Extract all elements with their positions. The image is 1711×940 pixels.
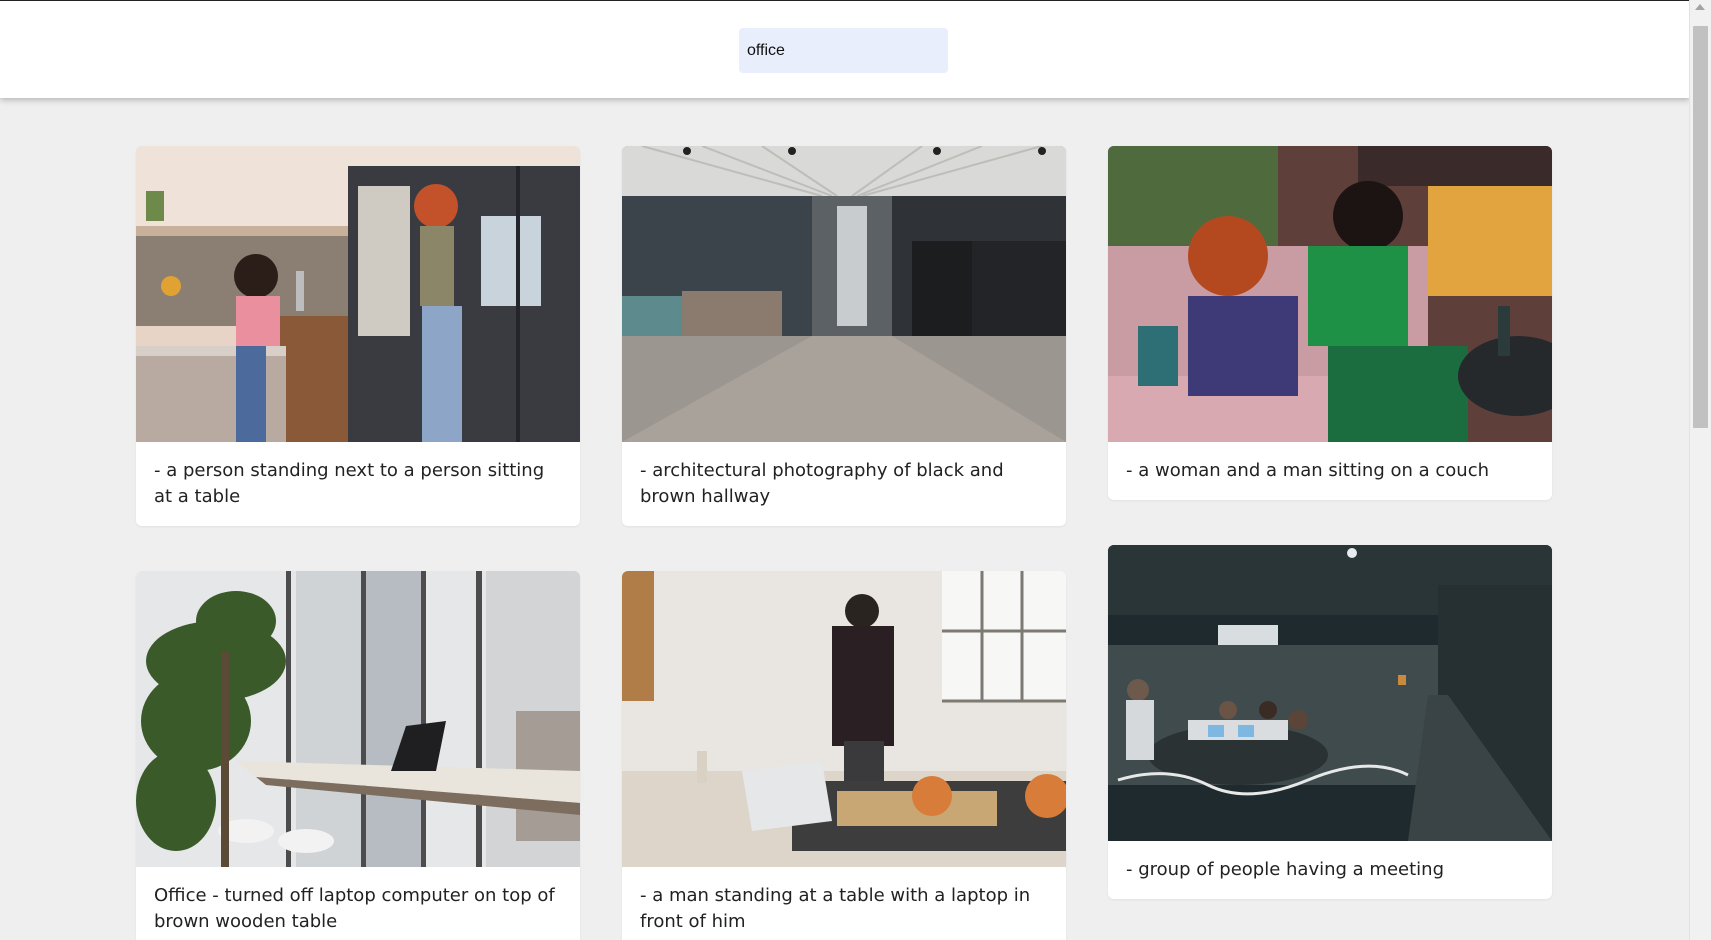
photo-caption: - a person standing next to a person sit…	[154, 460, 545, 507]
photo-caption: - a woman and a man sitting on a couch	[1126, 460, 1489, 481]
photo-image[interactable]	[1108, 545, 1552, 841]
vertical-scrollbar[interactable]	[1689, 0, 1711, 940]
photo-image[interactable]	[136, 146, 580, 442]
photo-caption: - group of people having a meeting	[1126, 859, 1444, 880]
header-bar	[0, 0, 1690, 98]
photo-caption: - architectural photography of black and…	[640, 460, 1004, 507]
photo-image[interactable]	[622, 571, 1066, 867]
photo-image[interactable]	[1108, 146, 1552, 442]
scroll-up-arrow-icon[interactable]	[1695, 4, 1705, 10]
photo-card[interactable]: - a woman and a man sitting on a couch	[1108, 146, 1552, 500]
photo-card[interactable]: - architectural photography of black and…	[622, 146, 1066, 526]
scrollbar-thumb[interactable]	[1693, 26, 1708, 428]
photo-caption: Office - turned off laptop computer on t…	[154, 885, 555, 932]
search-input[interactable]	[739, 28, 948, 73]
photo-caption: - a man standing at a table with a lapto…	[640, 885, 1031, 932]
photo-image[interactable]	[622, 146, 1066, 442]
photo-card[interactable]: - a person standing next to a person sit…	[136, 146, 580, 526]
photo-image[interactable]	[136, 571, 580, 867]
photo-card[interactable]: - group of people having a meeting	[1108, 545, 1552, 899]
page: - a person standing next to a person sit…	[0, 0, 1711, 940]
photo-card[interactable]: - a man standing at a table with a lapto…	[622, 571, 1066, 940]
photo-card[interactable]: Office - turned off laptop computer on t…	[136, 571, 580, 940]
